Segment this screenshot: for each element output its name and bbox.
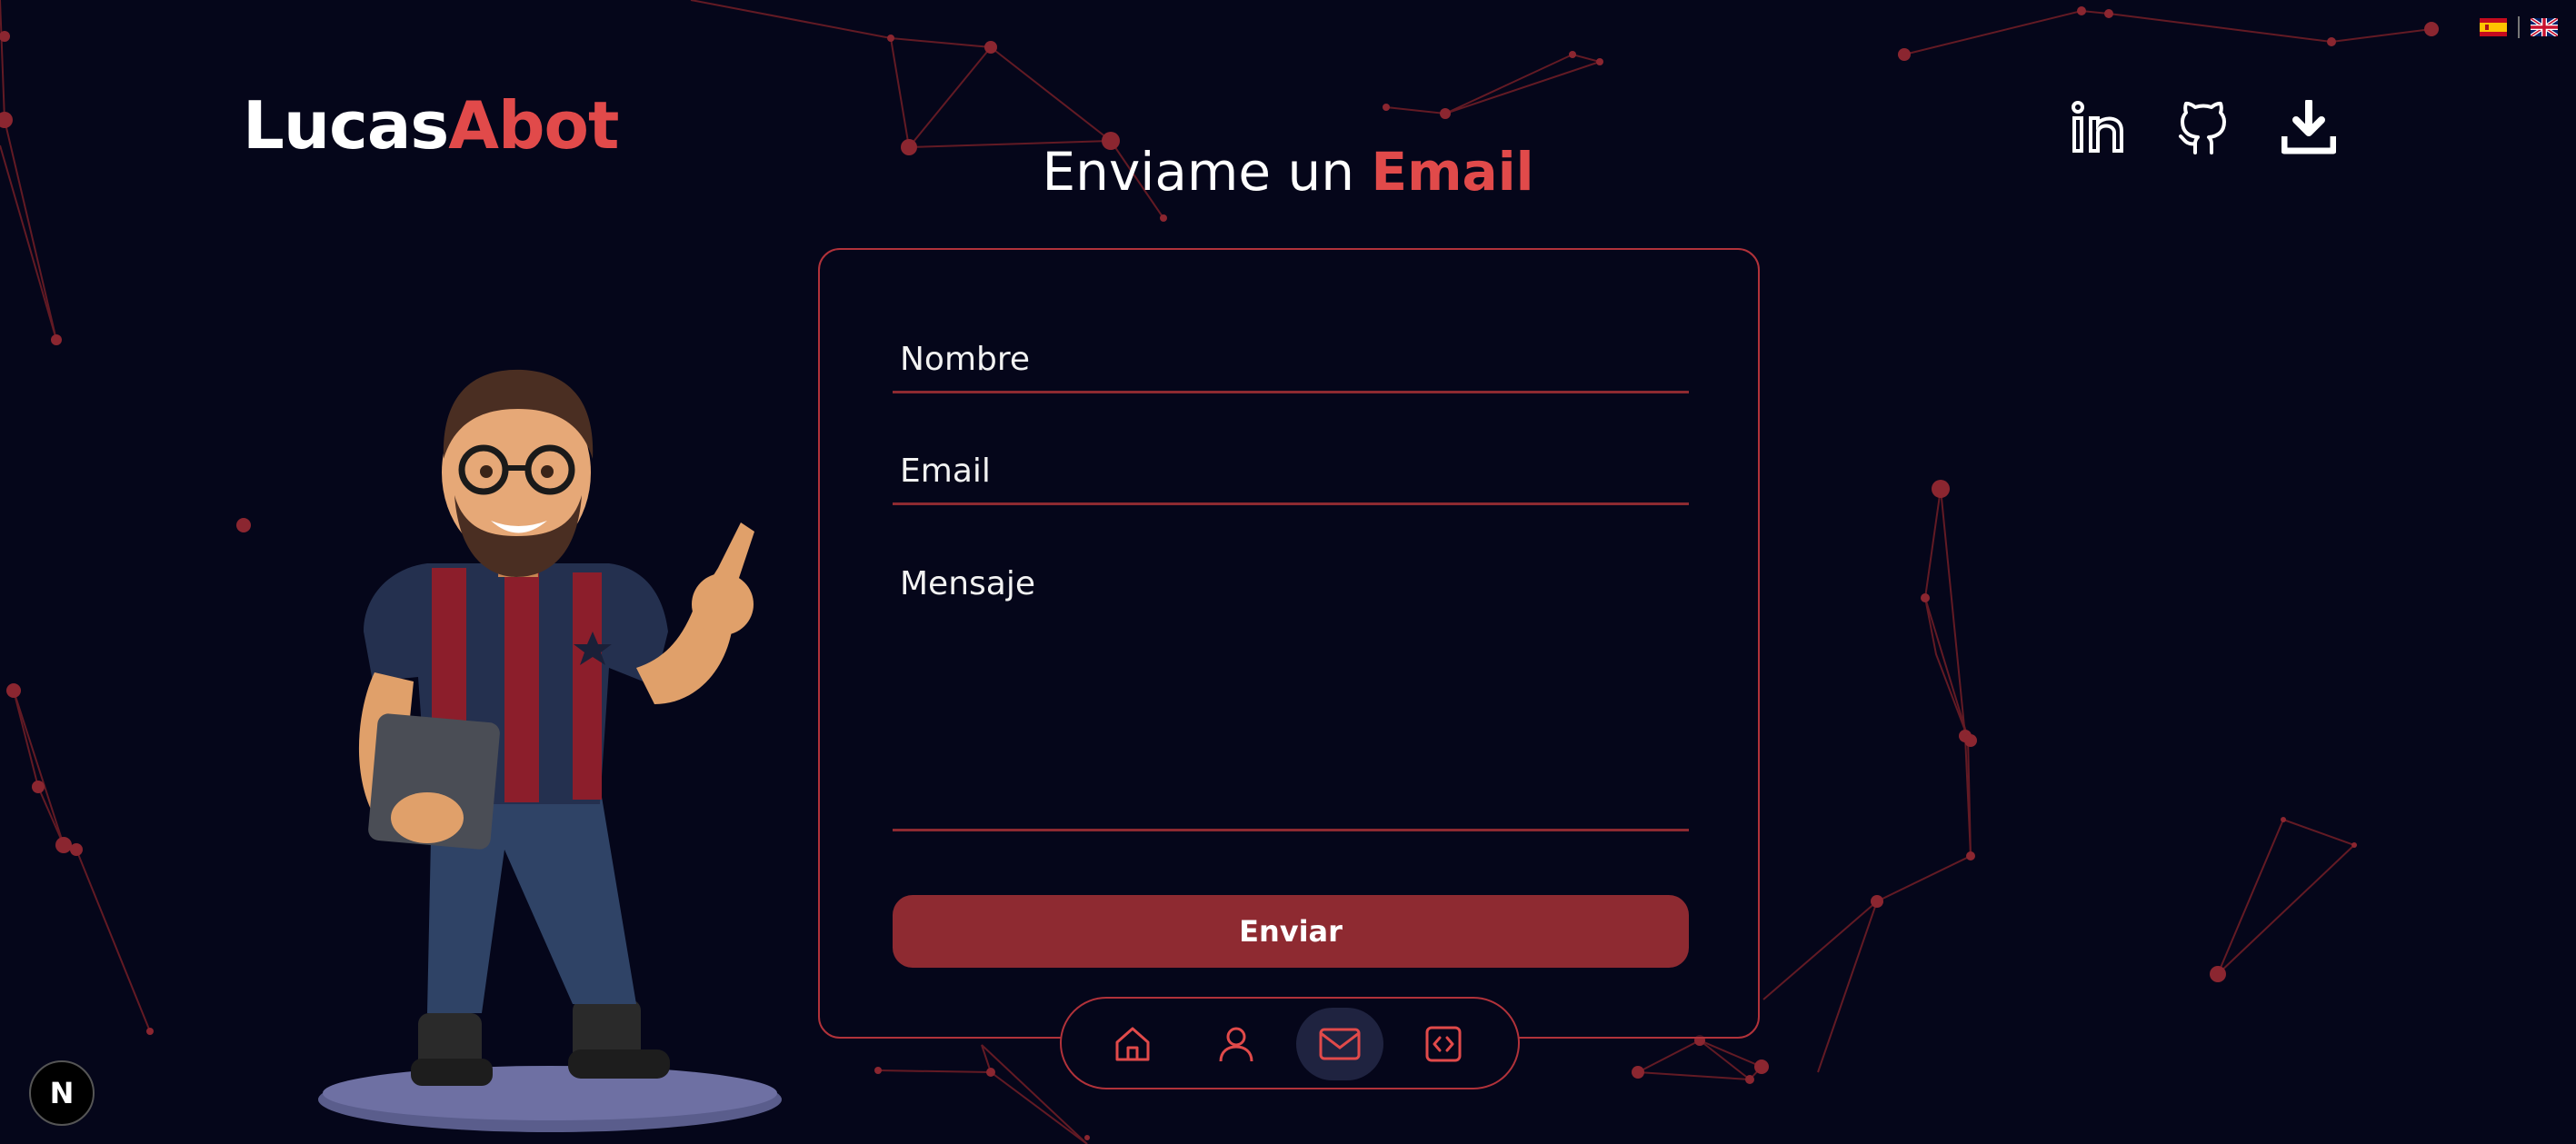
avatar-illustration [318,369,782,1132]
nav-home[interactable] [1089,1008,1176,1080]
nav-projects[interactable] [1400,1008,1487,1080]
nav-about[interactable] [1193,1008,1280,1080]
uk-flag-icon[interactable] [2531,18,2558,36]
code-icon [1425,1026,1462,1062]
mail-icon [1319,1028,1361,1060]
home-icon [1115,1027,1150,1061]
language-switcher [2480,16,2558,38]
badge-letter: N [49,1076,75,1110]
page-title: Enviame un Email [0,141,2576,203]
message-textarea[interactable]: Mensaje [893,565,1689,831]
email-field[interactable]: Email [893,453,1689,505]
nextjs-badge[interactable]: N [29,1060,95,1126]
spain-flag-icon[interactable] [2480,18,2507,36]
send-button[interactable]: Enviar [893,895,1689,968]
name-placeholder: Nombre [900,341,1031,378]
title-accent: Email [1371,141,1534,203]
bottom-navigation-dock [1060,997,1520,1089]
name-field[interactable]: Nombre [893,341,1689,393]
user-icon [1219,1027,1253,1062]
email-placeholder: Email [900,453,991,490]
contact-form: Nombre Email Mensaje Enviar [818,248,1760,1039]
title-prefix: Enviame un [1042,141,1355,203]
message-placeholder: Mensaje [900,565,1035,602]
language-divider [2518,16,2520,38]
nav-contact[interactable] [1296,1008,1383,1080]
